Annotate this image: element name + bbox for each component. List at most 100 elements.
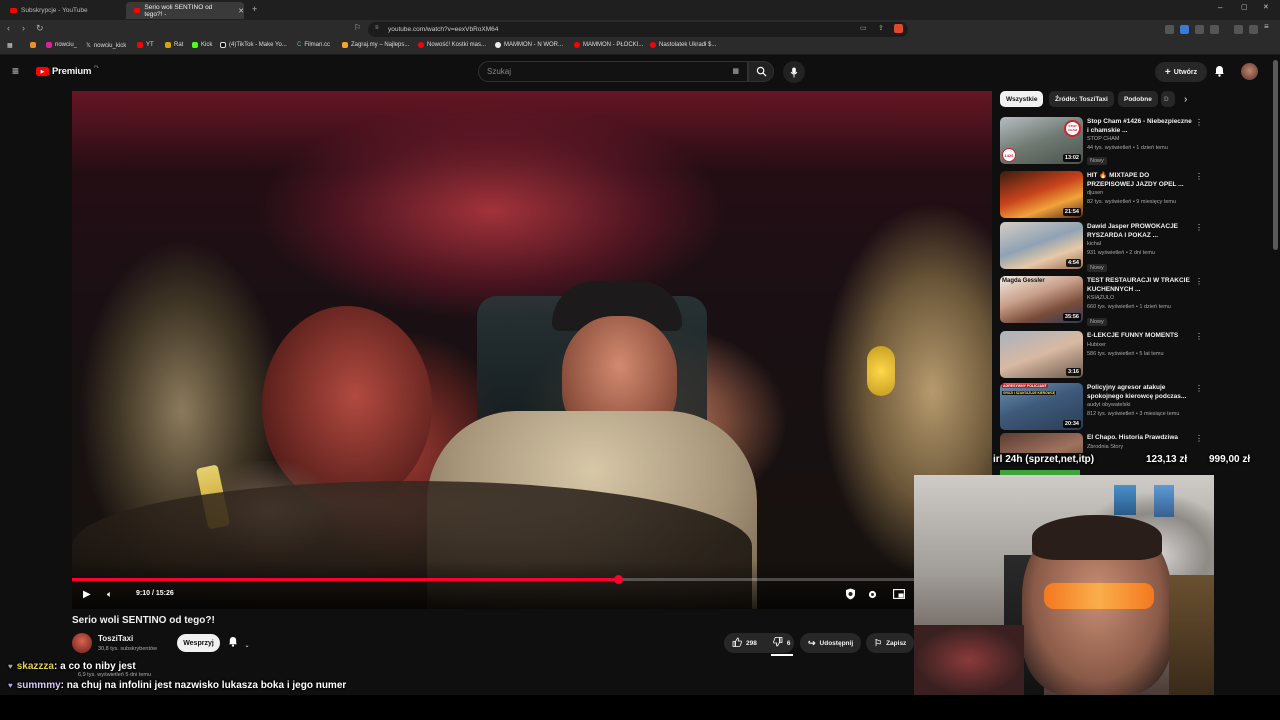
progress-scrubber-handle[interactable] [613,575,623,584]
notifications-bell-icon[interactable] [1214,64,1225,82]
search-button[interactable] [748,61,774,82]
settings-gear-icon[interactable] [868,590,877,601]
channel-avatar[interactable] [72,633,92,653]
video-thumbnail[interactable]: 3:16 [1000,331,1083,378]
bookmark-icon[interactable]: ⚐ [354,23,361,32]
create-button[interactable]: + Utwórz [1155,62,1207,82]
chip-partial[interactable]: D [1161,91,1175,107]
bookmark-item[interactable]: MAMMON - PŁOCKI... [574,42,643,48]
youtube-logo[interactable]: ▶ Premium PL [36,64,99,77]
url-input[interactable]: ≡ youtube.com/watch?v=eexVbRoXM64 ▭ ⇪ [368,22,908,37]
menu-icon[interactable]: ≡ [1264,22,1273,31]
keyboard-icon[interactable]: ▦ [732,67,739,75]
hamburger-menu-icon[interactable]: ≡ [12,64,19,78]
recommendation-channel[interactable]: Zbrodnia Story [1087,444,1123,450]
extension-icon[interactable] [1195,25,1204,34]
extension-icon[interactable] [1165,25,1174,34]
search-input[interactable]: Szukaj ▦ [478,61,748,82]
recommendation-title[interactable]: TEST RESTAURACJI W TRAKCIE KUCHENNYCH ..… [1087,277,1192,294]
recommendation-title[interactable]: Policyjny agresor atakuje spokojnego kie… [1087,384,1192,401]
close-tab-icon[interactable]: ✕ [238,7,244,15]
recommendation-channel[interactable]: Hubixer [1087,342,1106,348]
site-info-icon[interactable]: ≡ [375,25,379,31]
back-icon[interactable]: ‹ [7,23,10,33]
wallet-icon[interactable] [1249,25,1258,34]
chip-all[interactable]: Wszystkie [1000,91,1044,107]
bookmark-item[interactable]: Rat [165,42,183,48]
recommendation-item[interactable]: Magda Gessler 35:56 TEST RESTAURACJI W T… [1000,276,1210,326]
more-options-icon[interactable]: ⋮ [1195,277,1203,286]
video-player[interactable] [72,91,992,609]
recommendation-title[interactable]: Dawid Jasper PROWOKACJE RYSZARDA I POKAZ… [1087,223,1192,240]
share-icon[interactable]: ⇪ [878,24,884,32]
more-options-icon[interactable]: ⋮ [1195,384,1203,393]
share-button[interactable]: ↪ Udostępnij [800,633,862,653]
browser-tab-video[interactable]: Serio woli SENTINO od tego?! - ✕ [126,2,244,19]
video-thumbnail[interactable]: 4:54 [1000,222,1083,269]
ad-block-shield-icon[interactable] [845,588,856,602]
subscription-bell-button[interactable]: ⌄ [228,636,250,649]
recommendation-item[interactable]: 3:16 E-LEKCJE FUNNY MOMENTS Hubixer 586 … [1000,331,1210,381]
bookmark-item[interactable]: Kick [192,42,212,48]
bookmark-item[interactable]: (4)TikTok - Make Yo... [220,42,287,48]
browser-tab-subscriptions[interactable]: Subskrypcje - YouTube [2,2,124,19]
apps-icon[interactable]: ▦ [7,42,13,49]
thumbs-down-icon[interactable] [772,637,783,649]
recommendation-channel[interactable]: djusen [1087,190,1103,196]
more-options-icon[interactable]: ⋮ [1195,118,1203,127]
voice-search-button[interactable] [783,61,805,83]
brave-shield-icon[interactable] [894,24,903,33]
chip-related[interactable]: Podobne [1118,91,1158,107]
video-thumbnail[interactable]: Magda Gessler 35:56 [1000,276,1083,323]
new-tab-button[interactable]: + [252,4,257,14]
chevron-right-icon[interactable]: › [1184,94,1187,105]
chip-from-channel[interactable]: Źródło: TosziTaxi [1049,91,1114,107]
video-thumbnail[interactable] [1000,433,1083,453]
bookmark-item[interactable]: 𝕏nowciu_kick [86,42,126,50]
minimize-button[interactable]: – [1218,3,1222,12]
video-thumbnail[interactable]: STOP CHAM 1426 13:02 [1000,117,1083,164]
join-button[interactable]: Wesprzyj [177,634,220,652]
bookmark-item[interactable]: YT [137,42,154,48]
thumbs-up-icon[interactable] [732,637,742,649]
bookmark-item[interactable]: MAMMON - N WOR... [495,42,563,48]
recommendation-title[interactable]: E-LEKCJE FUNNY MOMENTS [1087,332,1192,341]
video-progress-bar[interactable] [72,575,992,584]
install-icon[interactable]: ▭ [860,24,867,32]
save-button[interactable]: ⚐ Zapisz [866,633,915,653]
extension-icon[interactable] [1210,25,1219,34]
bookmark-item[interactable]: nowciu_ [46,42,77,48]
reload-icon[interactable]: ↻ [36,23,44,34]
miniplayer-icon[interactable] [893,589,905,601]
recommendation-item[interactable]: STOP CHAM 1426 13:02 Stop Cham #1426 - N… [1000,117,1210,167]
recommendation-channel[interactable]: kichal [1087,241,1101,247]
more-options-icon[interactable]: ⋮ [1195,332,1203,341]
media-icon[interactable] [1234,25,1243,34]
like-count[interactable]: 298 [746,640,757,647]
recommendation-title[interactable]: Stop Cham #1426 - Niebezpieczne i chamsk… [1087,118,1192,135]
recommendation-item[interactable]: El Chapo. Historia Prawdziwa Zbrodnia St… [1000,433,1210,453]
bookmark-item[interactable] [30,42,36,48]
bookmark-item[interactable]: Nowość! Kostki mas... [418,42,486,48]
recommendation-title[interactable]: El Chapo. Historia Prawdziwa [1087,434,1192,443]
recommendation-channel[interactable]: KSIĄŻULO [1087,295,1114,301]
forward-icon[interactable]: › [22,23,25,33]
play-icon[interactable]: ▶ [83,589,91,600]
close-window-button[interactable]: ✕ [1263,3,1269,11]
video-thumbnail[interactable]: 21:54 [1000,171,1083,218]
extension-icon[interactable] [1180,25,1189,34]
page-scrollbar[interactable] [1273,60,1278,250]
volume-icon[interactable]: 🔈︎ [107,589,112,600]
recommendation-item[interactable]: AGRESYWNY POLICJANT GROZI I SZANTAŻUJE K… [1000,383,1210,433]
recommendation-item[interactable]: 4:54 Dawid Jasper PROWOKACJE RYSZARDA I … [1000,222,1210,272]
user-avatar[interactable] [1241,63,1258,80]
bookmark-item[interactable]: Zagraj.my – Najleps... [342,42,409,48]
recommendation-title[interactable]: HIT 🔥 MIXTAPE DO PRZEPISOWEJ JAZDY OPEL … [1087,172,1192,189]
recommendation-item[interactable]: 21:54 HIT 🔥 MIXTAPE DO PRZEPISOWEJ JAZDY… [1000,171,1210,221]
more-options-icon[interactable]: ⋮ [1195,223,1203,232]
more-options-icon[interactable]: ⋮ [1195,172,1203,181]
recommendation-channel[interactable]: audyt obywatelski [1087,402,1130,408]
channel-name[interactable]: TosziTaxi [98,634,133,643]
recommendation-channel[interactable]: STOP CHAM [1087,136,1120,142]
more-options-icon[interactable]: ⋮ [1195,434,1203,443]
